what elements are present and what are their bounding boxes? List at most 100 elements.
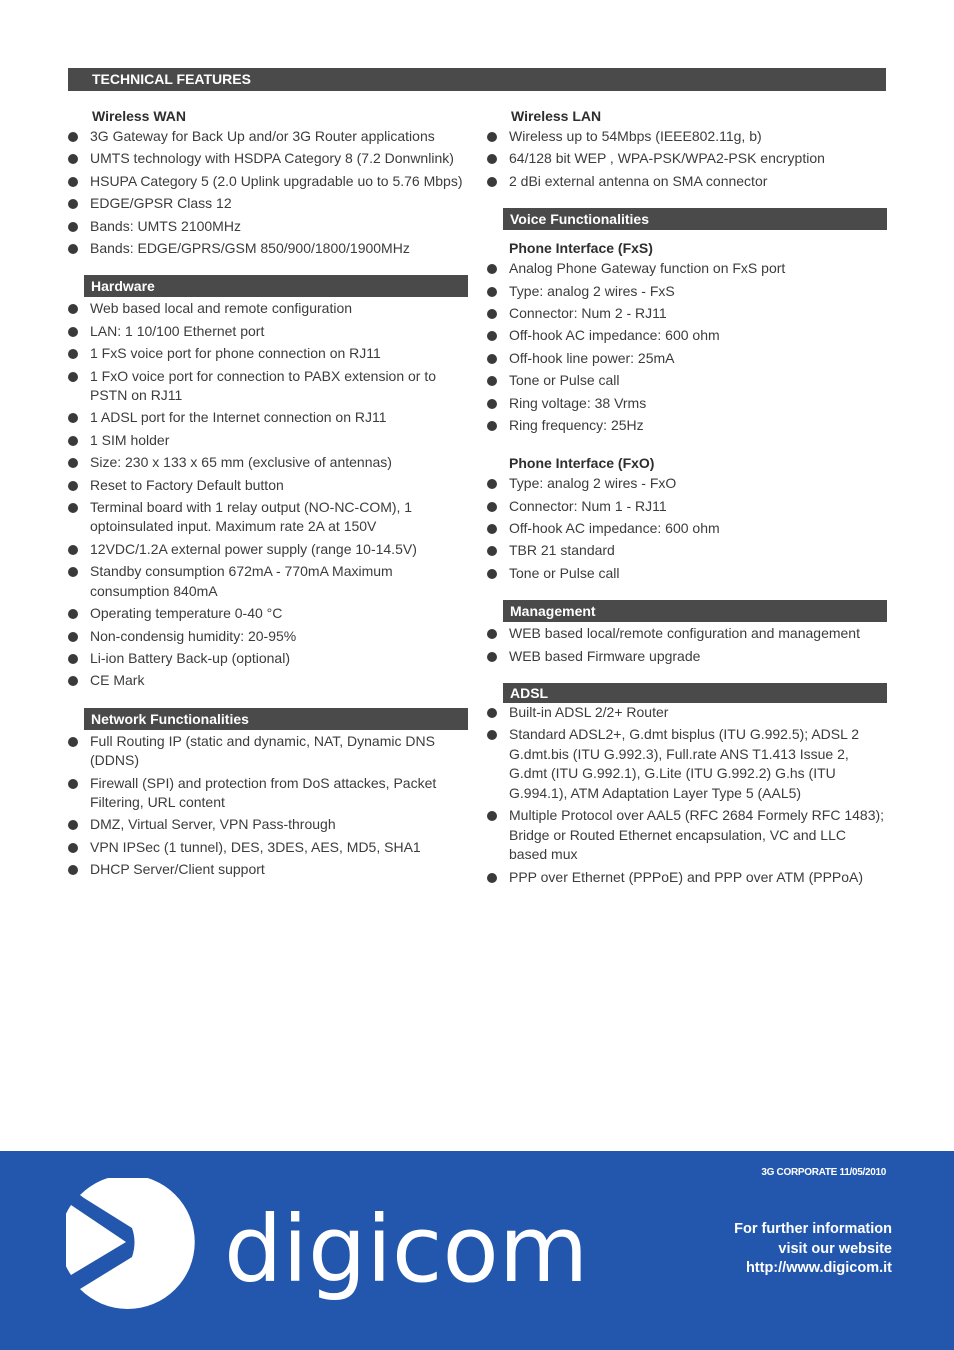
wireless-wan-list: 3G Gateway for Back Up and/or 3G Router … bbox=[68, 127, 468, 258]
list-item: TBR 21 standard bbox=[487, 541, 887, 561]
list-item: Ring voltage: 38 Vrms bbox=[487, 394, 887, 414]
fxo-list: Type: analog 2 wires - FxO Connector: Num… bbox=[487, 474, 887, 583]
list-item-text: Type: analog 2 wires - FxO bbox=[509, 475, 677, 492]
list-item: WEB based local/remote configuration and… bbox=[487, 624, 887, 644]
fxs-list: Analog Phone Gateway function on FxS por… bbox=[487, 259, 887, 435]
list-item-text: Web based local and remote configuration bbox=[90, 300, 353, 317]
list-item: Tone or Pulse call bbox=[487, 371, 887, 391]
list-item-text: PPP over Ethernet (PPPoE) and PPP over A… bbox=[509, 868, 864, 885]
network-list: Full Routing IP (static and dynamic, NAT… bbox=[68, 732, 468, 880]
digicom-logo[interactable]: digicom bbox=[60, 1175, 626, 1323]
list-item: Off-hook AC impedance: 600 ohm bbox=[487, 519, 887, 539]
list-item-text: Off-hook line power: 25mA bbox=[509, 349, 675, 366]
list-item-text: Tone or Pulse call bbox=[509, 564, 620, 581]
list-item-text: Tone or Pulse call bbox=[509, 372, 620, 389]
bullet-icon bbox=[487, 629, 497, 640]
list-item: 64/128 bit WEP , WPA-PSK/WPA2-PSK encryp… bbox=[487, 149, 887, 169]
bullet-icon bbox=[68, 502, 78, 513]
bullet-icon bbox=[68, 199, 78, 210]
list-item-text: 3G Gateway for Back Up and/or 3G Router … bbox=[90, 128, 435, 144]
bullet-icon bbox=[487, 872, 497, 883]
bullet-icon bbox=[487, 811, 497, 822]
list-item: DHCP Server/Client support bbox=[68, 860, 468, 880]
list-item: Built-in ADSL 2/2+ Router bbox=[487, 703, 887, 723]
list-item-text: Bands: UMTS 2100MHz bbox=[90, 217, 241, 234]
bullet-icon bbox=[487, 420, 497, 431]
list-item: 1 FxS voice port for phone connection on… bbox=[68, 344, 468, 364]
play-circle-logo-icon: digicom bbox=[60, 1175, 588, 1309]
list-item: Type: analog 2 wires - FxS bbox=[487, 282, 887, 302]
bullet-icon bbox=[68, 653, 78, 664]
list-item-text: UMTS technology with HSDPA Category 8 (7… bbox=[90, 150, 454, 167]
list-item: Standard ADSL2+, G.dmt bisplus (ITU G.99… bbox=[487, 725, 887, 803]
bullet-icon bbox=[487, 376, 497, 387]
list-item: Off-hook AC impedance: 600 ohm bbox=[487, 326, 887, 346]
list-item: Connector: Num 1 - RJ11 bbox=[487, 497, 887, 517]
list-item-text: Full Routing IP (static and dynamic, NAT… bbox=[90, 732, 435, 769]
list-item: HSUPA Category 5 (2.0 Uplink upgradable … bbox=[68, 172, 468, 192]
list-item: UMTS technology with HSDPA Category 8 (7… bbox=[68, 149, 468, 169]
right-column: Wireless LAN Wireless up to 54Mbps (IEEE… bbox=[487, 105, 887, 890]
list-item: WEB based Firmware upgrade bbox=[487, 647, 887, 667]
list-item-text: Ring voltage: 38 Vrms bbox=[509, 394, 647, 411]
bullet-icon bbox=[68, 820, 78, 831]
website-link[interactable]: http://www.digicom.it bbox=[734, 1259, 892, 1279]
list-item-text: 1 ADSL port for the Internet connection … bbox=[90, 409, 387, 426]
list-item-text: WEB based Firmware upgrade bbox=[509, 647, 701, 664]
list-item-text: Connector: Num 1 - RJ11 bbox=[509, 497, 667, 514]
bullet-icon bbox=[68, 865, 78, 876]
list-item: 1 ADSL port for the Internet connection … bbox=[68, 408, 468, 428]
bullet-icon bbox=[68, 778, 78, 789]
hardware-section-bar: Hardware bbox=[84, 275, 468, 298]
list-item-text: Non-condensig humidity: 20-95% bbox=[90, 627, 297, 644]
bullet-icon bbox=[487, 353, 497, 364]
bullet-icon bbox=[487, 501, 497, 512]
fxs-title: Phone Interface (FxS) bbox=[509, 240, 653, 257]
list-item-text: Ring frequency: 25Hz bbox=[509, 416, 644, 433]
list-item-text: Off-hook AC impedance: 600 ohm bbox=[509, 327, 720, 344]
list-item: Web based local and remote configuration bbox=[68, 299, 468, 319]
list-item-text: DHCP Server/Client support bbox=[90, 861, 265, 878]
list-item: Reset to Factory Default button bbox=[68, 476, 468, 496]
bullet-icon bbox=[487, 132, 497, 142]
list-item-text: Analog Phone Gateway function on FxS por… bbox=[509, 260, 786, 277]
bullet-icon bbox=[68, 221, 78, 232]
list-item-text: Wireless up to 54Mbps (IEEE802.11g, b) bbox=[509, 128, 762, 144]
list-item-text: DMZ, Virtual Server, VPN Pass-through bbox=[90, 816, 336, 833]
bullet-icon bbox=[487, 524, 497, 535]
bullet-icon bbox=[68, 480, 78, 491]
bullet-icon bbox=[487, 176, 497, 187]
wireless-lan-title: Wireless LAN bbox=[511, 108, 602, 124]
list-item-text: Built-in ADSL 2/2+ Router bbox=[509, 704, 669, 721]
list-item: Standby consumption 672mA - 770mA Maximu… bbox=[68, 562, 468, 601]
list-item: Size: 230 x 133 x 65 mm (exclusive of an… bbox=[68, 453, 468, 473]
bullet-icon bbox=[487, 568, 497, 579]
bullet-icon bbox=[68, 154, 78, 165]
bullet-icon bbox=[68, 544, 78, 555]
list-item: Bands: UMTS 2100MHz bbox=[68, 217, 468, 237]
adsl-section-bar: ADSL bbox=[503, 683, 887, 704]
info-line-2: visit our website bbox=[778, 1240, 892, 1257]
list-item-text: CE Mark bbox=[90, 672, 145, 689]
list-item-text: HSUPA Category 5 (2.0 Uplink upgradable … bbox=[90, 172, 463, 189]
list-item-text: EDGE/GPSR Class 12 bbox=[90, 195, 232, 212]
hardware-list: Web based local and remote configuration… bbox=[68, 299, 468, 690]
footer-info: For further information visit our websit… bbox=[734, 1220, 892, 1279]
bullet-icon bbox=[68, 371, 78, 382]
list-item-text: Standard ADSL2+, G.dmt bisplus (ITU G.99… bbox=[509, 726, 860, 801]
brand-wordmark: digicom bbox=[224, 1196, 588, 1303]
document-code: 3G CORPORATE 11/05/2010 bbox=[761, 1167, 886, 1178]
bullet-icon bbox=[68, 631, 78, 642]
list-item-text: Terminal board with 1 relay output (NO-N… bbox=[90, 498, 413, 535]
list-item: Operating temperature 0-40 °C bbox=[68, 604, 468, 624]
bullet-icon bbox=[487, 308, 497, 319]
bullet-icon bbox=[68, 304, 78, 315]
bullet-icon bbox=[68, 349, 78, 360]
list-item-text: 12VDC/1.2A external power supply (range … bbox=[90, 540, 417, 557]
list-item-text: VPN IPSec (1 tunnel), DES, 3DES, AES, MD… bbox=[90, 838, 421, 855]
bullet-icon bbox=[68, 736, 78, 747]
voice-section-bar: Voice Functionalities bbox=[503, 208, 887, 231]
list-item: CE Mark bbox=[68, 671, 468, 691]
list-item-text: Type: analog 2 wires - FxS bbox=[509, 282, 675, 299]
bullet-icon bbox=[68, 132, 78, 142]
